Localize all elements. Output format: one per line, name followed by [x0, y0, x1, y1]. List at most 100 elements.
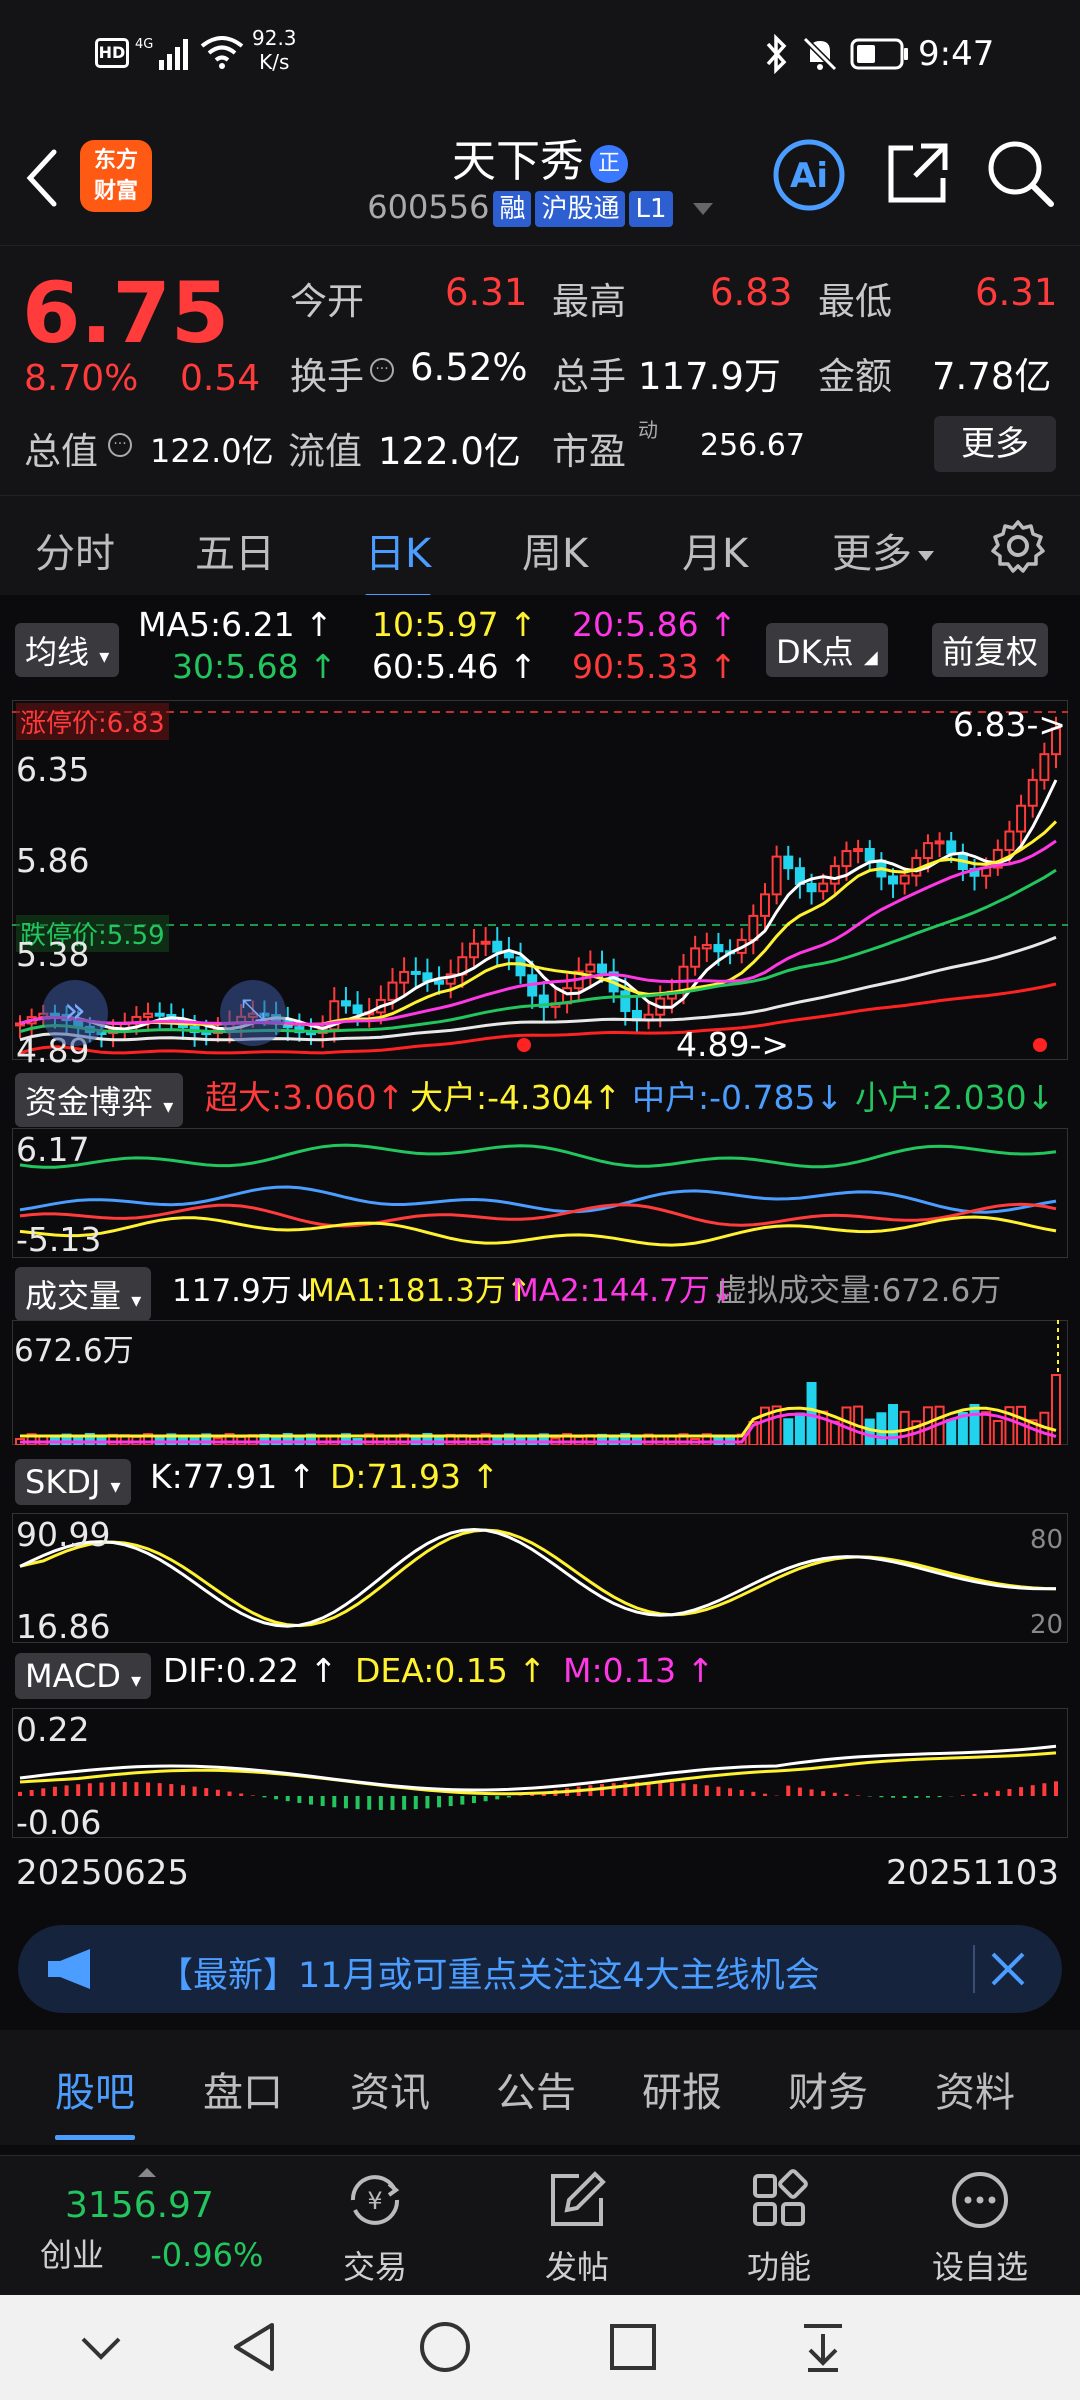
system-nav-bar: [0, 2295, 1080, 2400]
zoom-icon[interactable]: ⤡: [220, 980, 286, 1046]
ai-icon[interactable]: Ai: [772, 138, 846, 212]
function-button[interactable]: 功能: [704, 2168, 854, 2288]
turnover-value: 6.52%: [410, 346, 528, 389]
high-value: 6.83: [710, 271, 793, 314]
macd-chart[interactable]: [12, 1708, 1068, 1838]
ma60-value: 60:5.46 ↑: [372, 647, 537, 686]
home-icon[interactable]: [418, 2320, 472, 2374]
hide-keyboard-icon[interactable]: [78, 2325, 124, 2371]
trade-icon: ¥: [350, 2175, 400, 2225]
index-ticker[interactable]: 3156.97 创业 -0.96%: [20, 2168, 280, 2276]
ma30-value: 30:5.68 ↑: [172, 647, 337, 686]
tab-research[interactable]: 研报: [642, 2060, 722, 2118]
share-icon[interactable]: [885, 140, 951, 206]
capital-tick-bottom: -5.13: [16, 1220, 102, 1259]
low-value: 6.31: [975, 271, 1058, 314]
name-badge: 正: [590, 145, 628, 183]
edit-icon: [551, 2171, 606, 2226]
level-tag: L1: [629, 191, 673, 227]
tab-finance[interactable]: 财务: [788, 2060, 868, 2118]
volume-indicator-button[interactable]: 成交量 ▾: [15, 1267, 152, 1321]
pe-superscript: 动: [638, 418, 658, 442]
signal-icon: 4G: [135, 37, 188, 70]
tab-daily-k[interactable]: 日K: [365, 521, 432, 599]
volume-value: 117.9万: [638, 355, 781, 398]
more-button[interactable]: 更多: [934, 416, 1056, 472]
limit-up-label: 涨停价:6.83: [16, 703, 169, 740]
ma-selector-button[interactable]: 均线 ▾: [15, 623, 120, 677]
notification-pull-icon[interactable]: [798, 2320, 848, 2374]
hd-icon: HD: [95, 38, 129, 68]
wifi-icon: [200, 36, 244, 69]
tab-announcement[interactable]: 公告: [496, 2060, 576, 2118]
gear-icon[interactable]: [990, 518, 1046, 574]
macd-indicator-button[interactable]: MACD ▾: [15, 1653, 152, 1699]
ma10-value: 10:5.97 ↑: [372, 605, 537, 644]
mute-bell-icon: [802, 36, 838, 72]
capital-chart[interactable]: [12, 1128, 1068, 1258]
ma5-value: MA5:6.21 ↑: [138, 605, 333, 644]
news-banner[interactable]: 【最新】11月或可重点关注这4大主线机会: [18, 1925, 1062, 2013]
close-icon[interactable]: [990, 1951, 1026, 1987]
candlestick-chart[interactable]: [12, 700, 1068, 1060]
tab-intraday[interactable]: 分时: [35, 521, 115, 579]
trade-button[interactable]: ¥ 交易: [300, 2168, 450, 2288]
macd-tick-bottom: -0.06: [16, 1803, 102, 1842]
info-icon[interactable]: ···: [370, 358, 394, 382]
add-watchlist-button[interactable]: 设自选: [905, 2168, 1055, 2288]
more-circle-icon: [952, 2172, 1008, 2228]
skdj-level-20: 20: [1030, 1610, 1064, 1640]
status-bar: HD 4G 92.3 K/s 9:47: [0, 0, 1080, 110]
tab-pankou[interactable]: 盘口: [203, 2060, 283, 2118]
post-button[interactable]: 发帖: [502, 2168, 652, 2288]
float-value: 122.0亿: [378, 430, 521, 473]
caret-down-icon: [918, 551, 934, 561]
adjust-button[interactable]: 前复权: [932, 623, 1049, 677]
period-tabs: 分时 五日 日K 周K 月K 更多: [0, 495, 1080, 599]
low-label: 最低: [818, 280, 892, 323]
amount-value: 7.78亿: [932, 355, 1052, 398]
turnover-label: 换手: [290, 355, 364, 398]
dk-point-button[interactable]: DK点 ◢: [766, 623, 888, 677]
macd-dea-value: DEA:0.15 ↑: [355, 1651, 546, 1690]
search-icon[interactable]: [985, 138, 1055, 208]
capital-tick-top: 6.17: [16, 1130, 90, 1169]
tab-five-day[interactable]: 五日: [195, 521, 275, 579]
back-icon[interactable]: [230, 2320, 280, 2374]
volume-chart[interactable]: [12, 1320, 1068, 1445]
price-tick-3: 5.86: [16, 841, 90, 880]
pe-label: 市盈: [552, 430, 626, 473]
skdj-indicator-button[interactable]: SKDJ ▾: [15, 1459, 131, 1505]
skdj-chart[interactable]: [12, 1513, 1068, 1643]
tab-profile[interactable]: 资料: [935, 2060, 1015, 2118]
end-date: 20251103: [886, 1853, 1060, 1893]
skdj-d-value: D:71.93 ↑: [330, 1457, 500, 1496]
recents-icon[interactable]: [608, 2322, 658, 2372]
collapse-left-icon[interactable]: »: [42, 980, 108, 1046]
tab-news[interactable]: 资讯: [350, 2060, 430, 2118]
mid-value: 中户:-0.785↓: [632, 1078, 844, 1117]
tab-weekly-k[interactable]: 周K: [522, 521, 588, 579]
min-price-marker: 4.89->: [676, 1025, 790, 1064]
macd-m-value: M:0.13 ↑: [563, 1651, 715, 1690]
news-text[interactable]: 【最新】11月或可重点关注这4大主线机会: [158, 1947, 820, 1998]
megaphone-icon: [48, 1949, 90, 1989]
index-change: -0.96%: [150, 2236, 264, 2274]
index-name: 创业: [40, 2236, 105, 2274]
skdj-level-80: 80: [1030, 1525, 1064, 1555]
small-value: 小户:2.030↓: [855, 1078, 1055, 1117]
bluetooth-icon: [766, 34, 787, 74]
tab-monthly-k[interactable]: 月K: [682, 521, 748, 579]
tab-guba[interactable]: 股吧: [55, 2060, 135, 2140]
battery-icon: [850, 38, 908, 70]
start-date: 20250625: [16, 1853, 190, 1893]
margin-tag: 融: [493, 191, 532, 227]
macd-dif-value: DIF:0.22 ↑: [163, 1651, 338, 1690]
tab-more[interactable]: 更多: [832, 521, 934, 579]
large-value: 大户:-4.304↑: [410, 1078, 622, 1117]
stock-header: 东方 财富 天下秀正 600556 融沪股通 L1 Ai: [0, 110, 1080, 245]
divider: [973, 1945, 975, 1993]
volume-ma1: MA1:181.3万↑: [308, 1273, 532, 1309]
info-icon[interactable]: ···: [108, 433, 132, 457]
capital-indicator-button[interactable]: 资金博弈 ▾: [15, 1073, 184, 1127]
